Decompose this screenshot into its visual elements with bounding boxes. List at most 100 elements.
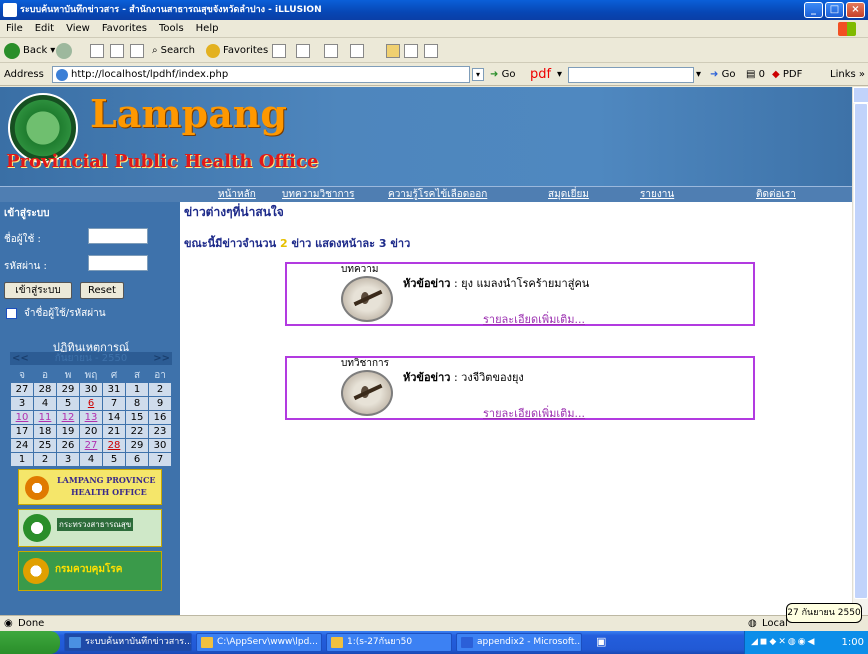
calendar-day-event[interactable]: 11 xyxy=(33,410,57,425)
calendar-day[interactable]: 23 xyxy=(148,424,172,439)
login-button[interactable]: เข้าสู่ระบบ xyxy=(4,282,72,299)
home-button[interactable] xyxy=(130,39,144,63)
address-input[interactable]: http://localhost/lpdhf/index.php xyxy=(52,66,470,83)
lampang-health-office-banner[interactable]: LAMPANG PROVINCE HEALTH OFFICE xyxy=(18,469,162,505)
calendar-day[interactable]: 2 xyxy=(33,452,57,467)
calendar-day[interactable]: 14 xyxy=(102,410,126,425)
calendar-day[interactable]: 7 xyxy=(102,396,126,411)
calendar-day[interactable]: 21 xyxy=(102,424,126,439)
counter-icon[interactable]: ▤ 0 xyxy=(746,64,765,86)
mail-button[interactable] xyxy=(296,39,310,63)
calendar-day[interactable]: 30 xyxy=(79,382,103,397)
calendar-day[interactable]: 7 xyxy=(148,452,172,467)
calendar-day[interactable]: 19 xyxy=(56,424,80,439)
calendar-day[interactable]: 4 xyxy=(33,396,57,411)
print-button[interactable] xyxy=(324,39,338,63)
calendar-day[interactable]: 29 xyxy=(56,382,80,397)
menu-view[interactable]: View xyxy=(66,23,90,34)
calendar-day-event[interactable]: 12 xyxy=(56,410,80,425)
calendar-prev-button[interactable]: << xyxy=(12,352,29,365)
calendar-day[interactable]: 5 xyxy=(56,396,80,411)
calendar-day[interactable]: 18 xyxy=(33,424,57,439)
back-button[interactable]: Back ▾ xyxy=(4,39,55,63)
folder-button[interactable] xyxy=(386,39,400,63)
calendar-day-event[interactable]: 10 xyxy=(10,410,34,425)
menu-file[interactable]: File xyxy=(6,23,23,34)
forward-button[interactable] xyxy=(56,39,72,63)
calendar-day[interactable]: 24 xyxy=(10,438,34,453)
calendar-day-event[interactable]: 13 xyxy=(79,410,103,425)
menu-edit[interactable]: Edit xyxy=(35,23,54,34)
vertical-scrollbar[interactable] xyxy=(852,87,868,615)
reset-button[interactable]: Reset xyxy=(80,282,124,299)
calendar-day[interactable]: 15 xyxy=(125,410,149,425)
menu-favorites[interactable]: Favorites xyxy=(102,23,147,34)
nav-contact[interactable]: ติดต่อเรา xyxy=(756,187,796,202)
pdf-dropdown[interactable]: ▾ xyxy=(557,64,562,86)
calendar-day[interactable]: 27 xyxy=(10,382,34,397)
tray-icons[interactable]: ◢◼◆✕◍◉◀ xyxy=(751,631,816,654)
calendar-day[interactable]: 4 xyxy=(79,452,103,467)
taskbar-item[interactable]: ระบบค้นหาบันทึกข่าวสาร... xyxy=(64,633,192,652)
links-button[interactable]: Links » xyxy=(830,64,865,86)
taskbar-item[interactable]: C:\AppServ\www\lpd... xyxy=(196,633,322,652)
go2-button[interactable]: ➜ Go xyxy=(710,64,735,86)
calendar-next-button[interactable]: >> xyxy=(153,352,170,365)
nav-dengue-knowledge[interactable]: ความรู้โรคไข้เลือดออก xyxy=(388,187,487,202)
nav-guestbook[interactable]: สมุดเยี่ยม xyxy=(548,187,589,202)
scroll-up-button[interactable] xyxy=(853,87,868,103)
pdf-search-input[interactable] xyxy=(568,67,694,83)
calendar-day[interactable]: 3 xyxy=(56,452,80,467)
calendar-day-event[interactable]: 6 xyxy=(79,396,103,411)
calendar-day[interactable]: 20 xyxy=(79,424,103,439)
username-input[interactable] xyxy=(88,228,148,244)
calendar-day-event[interactable]: 28 xyxy=(102,438,126,453)
calendar-day-today[interactable]: 27 xyxy=(79,438,103,453)
calendar-day[interactable]: 29 xyxy=(125,438,149,453)
calendar-day[interactable]: 26 xyxy=(56,438,80,453)
calendar-day[interactable]: 6 xyxy=(125,452,149,467)
calendar-day[interactable]: 1 xyxy=(10,452,34,467)
calendar-day[interactable]: 30 xyxy=(148,438,172,453)
quicklaunch-icon[interactable]: ▣ xyxy=(596,635,606,648)
mosquito-thumbnail[interactable] xyxy=(341,370,393,416)
minimize-button[interactable]: _ xyxy=(804,2,823,18)
menu-tools[interactable]: Tools xyxy=(159,23,184,34)
calendar-day[interactable]: 3 xyxy=(10,396,34,411)
refresh-button[interactable] xyxy=(110,39,124,63)
calendar-day[interactable]: 5 xyxy=(102,452,126,467)
search-button[interactable]: ⌕ Search xyxy=(152,39,195,63)
calendar-day[interactable]: 1 xyxy=(125,382,149,397)
calendar-day[interactable]: 25 xyxy=(33,438,57,453)
calendar-day[interactable]: 9 xyxy=(148,396,172,411)
password-input[interactable] xyxy=(88,255,148,271)
calendar-day[interactable]: 17 xyxy=(10,424,34,439)
calendar-day[interactable]: 2 xyxy=(148,382,172,397)
stop-button[interactable] xyxy=(90,39,104,63)
pdf-button[interactable]: ◆ PDF xyxy=(772,64,802,86)
taskbar-item[interactable]: appendix2 - Microsoft... xyxy=(456,633,582,652)
ministry-public-health-banner[interactable]: กระทรวงสาธารณสุข xyxy=(18,509,162,547)
nav-home[interactable]: หน้าหลัก xyxy=(218,187,256,202)
clock[interactable]: 1:00 xyxy=(842,637,864,648)
go-button[interactable]: ➜ Go xyxy=(490,64,515,86)
edit-button[interactable] xyxy=(350,39,364,63)
messenger-button[interactable] xyxy=(404,39,418,63)
menu-help[interactable]: Help xyxy=(196,23,219,34)
address-dropdown[interactable]: ▾ xyxy=(472,68,484,81)
favorites-button[interactable]: Favorites xyxy=(206,39,268,63)
scroll-thumb[interactable] xyxy=(854,103,868,599)
maximize-button[interactable]: □ xyxy=(825,2,844,18)
pdf-search-box[interactable]: pdf xyxy=(530,64,551,86)
calendar-day[interactable]: 28 xyxy=(33,382,57,397)
calendar-day[interactable]: 31 xyxy=(102,382,126,397)
start-button[interactable] xyxy=(0,631,60,654)
remember-checkbox[interactable] xyxy=(6,308,17,319)
mosquito-thumbnail[interactable] xyxy=(341,276,393,322)
history-button[interactable] xyxy=(272,39,286,63)
calendar-day[interactable]: 16 xyxy=(148,410,172,425)
research-button[interactable] xyxy=(424,39,438,63)
calendar-day[interactable]: 8 xyxy=(125,396,149,411)
chevron-down-icon[interactable]: ▾ xyxy=(696,64,701,86)
nav-articles[interactable]: บทความวิชาการ xyxy=(282,187,355,202)
